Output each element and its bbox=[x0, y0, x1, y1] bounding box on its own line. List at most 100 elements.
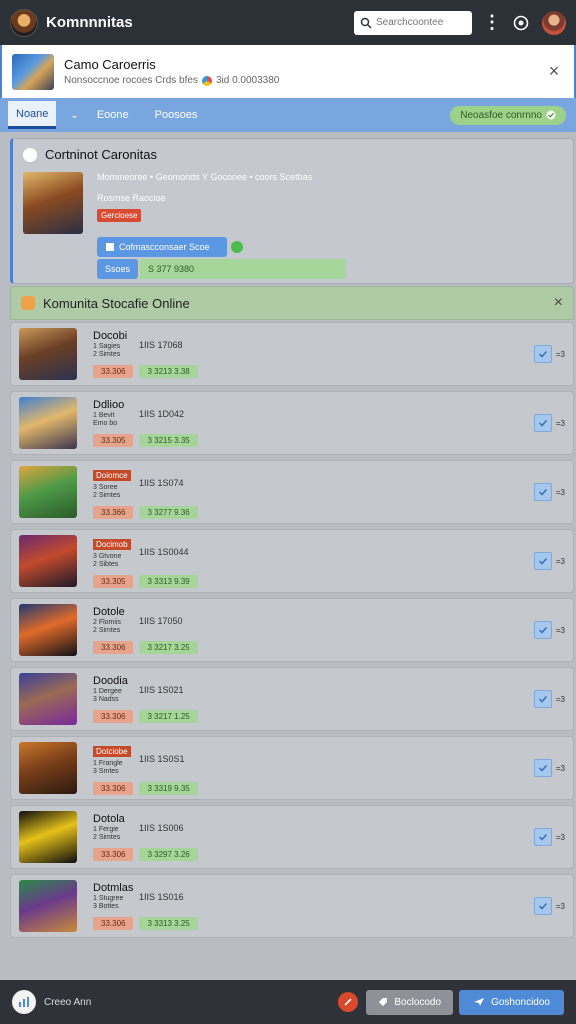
app-title: Komnnnitas bbox=[46, 14, 133, 31]
check-icon bbox=[538, 419, 547, 427]
stat-chip: 3 3297 3.26 bbox=[139, 848, 198, 861]
alert-button[interactable] bbox=[338, 992, 359, 1012]
price-chip: 33.305 bbox=[93, 575, 134, 588]
game-number: 1IIS 1S0044 bbox=[139, 547, 189, 557]
banner-extra: 3id 0.0003380 bbox=[215, 75, 280, 86]
stat-chip: 3 3217 1.25 bbox=[139, 710, 198, 723]
check-icon bbox=[538, 626, 547, 634]
check-label: =3 bbox=[555, 556, 565, 566]
game-tag: Dotciobe bbox=[93, 746, 131, 757]
game-thumbnail bbox=[19, 811, 77, 863]
game-number: 1IIS 17068 bbox=[139, 340, 183, 350]
list-item[interactable]: Docimob 3 Gtvone 2 Sibtes 33.305 3 3313 … bbox=[10, 529, 574, 593]
check-label: =3 bbox=[555, 832, 565, 842]
select-checkbox[interactable] bbox=[533, 345, 552, 363]
check-label: =3 bbox=[555, 901, 565, 911]
list-title: Komunita Stocafie Online bbox=[43, 295, 190, 311]
user-avatar[interactable] bbox=[542, 10, 566, 35]
game-tag: Docimob bbox=[93, 539, 131, 550]
featured-title: Cortninot Caronitas bbox=[45, 147, 157, 162]
select-checkbox[interactable] bbox=[533, 552, 552, 570]
app-home-icon[interactable] bbox=[12, 990, 36, 1014]
featured-badge: Gercioese bbox=[97, 209, 142, 222]
search-icon bbox=[360, 17, 372, 29]
top-bar: Komnnnitas ⋮ bbox=[0, 0, 576, 45]
app-logo bbox=[10, 8, 38, 37]
game-number: 1IIS 1D042 bbox=[139, 409, 185, 419]
status-pill[interactable]: Neoasfoe conrnno bbox=[450, 105, 566, 125]
select-checkbox[interactable] bbox=[533, 828, 552, 846]
tab-posts[interactable]: Poosoes bbox=[149, 101, 204, 129]
check-label: =3 bbox=[555, 625, 565, 635]
settings-button[interactable] bbox=[510, 12, 532, 34]
chevron-down-icon[interactable]: ⌄ bbox=[70, 110, 78, 121]
game-number: 1IIS 17050 bbox=[139, 616, 183, 626]
list-header: Komunita Stocafie Online × bbox=[10, 286, 574, 320]
featured-card[interactable]: Cortninot Caronitas Mommeoree • Geomonds… bbox=[10, 138, 574, 284]
close-icon[interactable]: × bbox=[544, 61, 564, 82]
game-number: 1IIS 1S021 bbox=[139, 685, 184, 695]
primary-button-label: Goshoncidoo bbox=[491, 996, 550, 1008]
game-thumbnail bbox=[19, 397, 77, 449]
game-thumbnail bbox=[19, 328, 77, 380]
send-icon bbox=[474, 998, 485, 1006]
game-number: 1IIS 1S006 bbox=[139, 823, 184, 833]
list-item[interactable]: Doodia 1 Dergee 3 Nadss 33.306 3 3217 1.… bbox=[10, 667, 574, 731]
game-thumbnail bbox=[19, 466, 77, 518]
stat-chip: 3 3277 9.36 bbox=[139, 506, 198, 519]
select-checkbox[interactable] bbox=[533, 621, 552, 639]
check-icon bbox=[538, 557, 547, 565]
game-number: 1IIS 1S0S1 bbox=[139, 754, 185, 764]
stat-chip: 3 3215 3.35 bbox=[139, 434, 198, 447]
tab-home[interactable]: Noane bbox=[8, 101, 57, 129]
price-chip: 33.306 bbox=[93, 710, 134, 723]
list-item[interactable]: Dotmlas 1 Stugree 3 Bottes 33.306 3 3313… bbox=[10, 874, 574, 938]
game-thumbnail bbox=[19, 880, 77, 932]
game-number: 1IIS 1S074 bbox=[139, 478, 184, 488]
list-item[interactable]: Doiomce 3 Soree 2 Simtes 33.366 3 3277 9… bbox=[10, 460, 574, 524]
list-item[interactable]: Dotola 1 Fergie 2 Simtes 33.306 3 3297 3… bbox=[10, 805, 574, 869]
check-icon bbox=[538, 764, 547, 772]
featured-action-label: Cofmascconsaer Scoe bbox=[119, 242, 210, 252]
list-item[interactable]: Dotole 2 Flomiis 2 Simtes 33.306 3 3217 … bbox=[10, 598, 574, 662]
bottom-label: Creeo Ann bbox=[44, 996, 92, 1008]
check-circle-icon bbox=[231, 241, 243, 253]
featured-action-button[interactable]: Cofmascconsaer Scoe bbox=[97, 237, 227, 257]
check-label: =3 bbox=[555, 694, 565, 704]
tag-icon bbox=[379, 998, 388, 1006]
select-checkbox[interactable] bbox=[533, 414, 552, 432]
secondary-button-label: Boclocodo bbox=[394, 996, 442, 1008]
community-icon bbox=[23, 147, 37, 162]
search-input[interactable] bbox=[376, 17, 466, 28]
close-icon[interactable]: × bbox=[554, 294, 563, 312]
stat-chip: 3 3217 3.25 bbox=[139, 641, 198, 654]
featured-chip[interactable]: Ssoes bbox=[97, 259, 139, 279]
game-thumbnail bbox=[19, 535, 77, 587]
tab-games[interactable]: Eoone bbox=[91, 101, 135, 129]
check-icon bbox=[538, 350, 547, 358]
list-item[interactable]: Dotciobe 1 Frangle 3 Smtes 33.306 3 3319… bbox=[10, 736, 574, 800]
select-checkbox[interactable] bbox=[533, 483, 552, 501]
price-chip: 33.306 bbox=[93, 365, 134, 378]
chrome-icon bbox=[201, 75, 212, 86]
check-label: =3 bbox=[555, 418, 565, 428]
search-box[interactable] bbox=[354, 10, 472, 35]
list-item[interactable]: Ddlioo 1 Bevit Emo bo 33.305 3 3215 3.35… bbox=[10, 391, 574, 455]
tab-bar: Noane ⌄ Eoone Poosoes Neoasfoe conrnno bbox=[0, 98, 576, 132]
stat-chip: 3 3313 3.25 bbox=[139, 917, 198, 930]
chart-icon bbox=[19, 997, 29, 1007]
featured-thumbnail bbox=[23, 172, 83, 234]
more-options-icon[interactable]: ⋮ bbox=[482, 12, 502, 33]
select-checkbox[interactable] bbox=[533, 897, 552, 915]
list-item[interactable]: Docobi 1 Sagies 2 Simtes 33.306 3 3213 3… bbox=[10, 322, 574, 386]
edit-icon bbox=[344, 998, 352, 1006]
check-label: =3 bbox=[555, 487, 565, 497]
primary-button[interactable]: Goshoncidoo bbox=[459, 989, 564, 1015]
banner-title: Camo Caroerris bbox=[64, 57, 156, 72]
featured-subtitle: Rosmse Raocioe bbox=[97, 193, 166, 203]
select-checkbox[interactable] bbox=[533, 759, 552, 777]
select-checkbox[interactable] bbox=[533, 690, 552, 708]
secondary-button[interactable]: Boclocodo bbox=[366, 989, 454, 1015]
game-number: 1IIS 1S016 bbox=[139, 892, 184, 902]
game-tag: Doiomce bbox=[93, 470, 131, 481]
